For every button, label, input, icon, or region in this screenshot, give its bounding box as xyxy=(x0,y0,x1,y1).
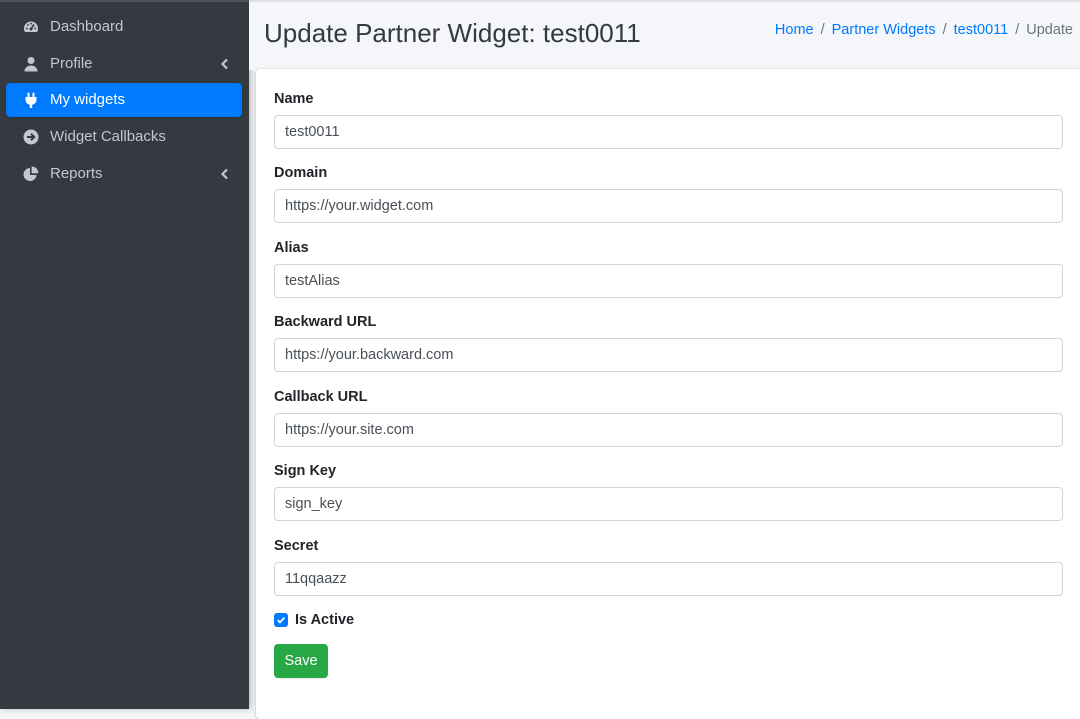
domain-field[interactable] xyxy=(274,189,1063,223)
sidebar-item-label: Profile xyxy=(50,55,93,72)
sidebar-top-divider xyxy=(0,0,249,2)
backward-url-label: Backward URL xyxy=(274,314,377,330)
domain-label: Domain xyxy=(274,165,328,181)
sidebar-item-label: My widgets xyxy=(50,91,126,108)
breadcrumb: Home / Partner Widgets / test0011 / Upda… xyxy=(775,21,1073,39)
save-button[interactable]: Save xyxy=(274,644,328,678)
secret-field[interactable] xyxy=(274,562,1063,596)
sidebar-item-dashboard[interactable]: Dashboard xyxy=(6,10,242,44)
sign-key-field[interactable] xyxy=(274,487,1063,521)
breadcrumb-home-link[interactable]: Home xyxy=(775,21,814,39)
is-active-row: Is Active xyxy=(274,611,354,629)
name-field[interactable] xyxy=(274,115,1063,149)
breadcrumb-separator: / xyxy=(942,22,947,38)
arrow-circle-right-icon xyxy=(23,129,39,145)
sidebar-item-label: Widget Callbacks xyxy=(50,128,166,145)
alias-label: Alias xyxy=(274,240,309,256)
breadcrumb-separator: / xyxy=(1015,22,1020,38)
sidebar-item-profile[interactable]: Profile xyxy=(6,47,242,81)
page-title: Update Partner Widget: test0011 xyxy=(264,18,641,48)
sidebar: Dashboard Profile My widgets Widget Call… xyxy=(0,0,249,709)
is-active-label[interactable]: Is Active xyxy=(295,612,354,628)
sign-key-label: Sign Key xyxy=(274,463,337,479)
sidebar-item-reports[interactable]: Reports xyxy=(6,157,242,191)
sidebar-item-widget-callbacks[interactable]: Widget Callbacks xyxy=(6,120,242,154)
backward-url-field[interactable] xyxy=(274,338,1063,372)
callback-url-field[interactable] xyxy=(274,413,1063,447)
update-widget-form-card: Name Domain Alias Backward URL Callback … xyxy=(256,69,1080,719)
plug-icon xyxy=(23,92,39,108)
chart-pie-icon xyxy=(23,166,39,182)
chevron-left-icon[interactable] xyxy=(220,168,230,180)
sidebar-item-label: Dashboard xyxy=(50,18,124,35)
breadcrumb-current: Update xyxy=(1026,22,1073,38)
chevron-left-icon[interactable] xyxy=(220,58,230,70)
callback-url-label: Callback URL xyxy=(274,389,368,405)
breadcrumb-item-link[interactable]: test0011 xyxy=(954,21,1009,39)
secret-label: Secret xyxy=(274,538,319,554)
name-label: Name xyxy=(274,91,314,107)
sidebar-item-my-widgets[interactable]: My widgets xyxy=(6,83,242,117)
content-header: Update Partner Widget: test0011 Home / P… xyxy=(249,0,1080,70)
alias-field[interactable] xyxy=(274,264,1063,298)
breadcrumb-separator: / xyxy=(820,22,825,38)
is-active-checkbox[interactable] xyxy=(274,613,288,627)
tachometer-icon xyxy=(23,19,39,35)
user-icon xyxy=(23,56,39,72)
checkmark-icon xyxy=(277,616,285,624)
breadcrumb-partner-widgets-link[interactable]: Partner Widgets xyxy=(832,21,936,39)
sidebar-item-label: Reports xyxy=(50,165,103,182)
